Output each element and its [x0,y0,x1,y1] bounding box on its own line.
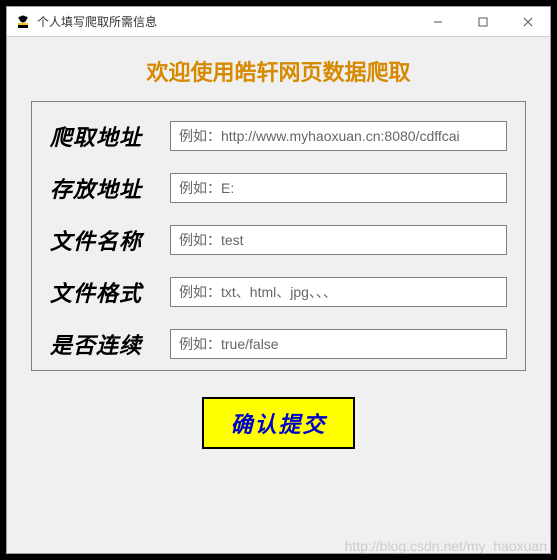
form-panel: 爬取地址 存放地址 文件名称 文件格式 是否连续 [31,101,526,371]
label-file-name: 文件名称 [50,224,158,256]
app-window: 个人填写爬取所需信息 欢迎使用皓轩网页数据爬取 爬取地址 存放地址 [6,6,551,554]
submit-button[interactable]: 确认提交 [202,397,354,449]
input-file-format[interactable] [170,277,507,307]
page-title: 欢迎使用皓轩网页数据爬取 [11,55,546,87]
input-file-name[interactable] [170,225,507,255]
content-area: 欢迎使用皓轩网页数据爬取 爬取地址 存放地址 文件名称 文件格式 是否连续 [7,37,550,553]
close-button[interactable] [505,7,550,36]
maximize-button[interactable] [460,7,505,36]
row-file-format: 文件格式 [50,276,507,308]
app-icon [15,14,31,30]
minimize-button[interactable] [415,7,460,36]
label-file-format: 文件格式 [50,276,158,308]
row-crawl-url: 爬取地址 [50,120,507,152]
window-controls [415,7,550,36]
input-crawl-url[interactable] [170,121,507,151]
input-save-path[interactable] [170,173,507,203]
row-continuous: 是否连续 [50,328,507,360]
label-continuous: 是否连续 [50,328,158,360]
titlebar: 个人填写爬取所需信息 [7,7,550,37]
row-save-path: 存放地址 [50,172,507,204]
submit-area: 确认提交 [11,397,546,449]
row-file-name: 文件名称 [50,224,507,256]
input-continuous[interactable] [170,329,507,359]
label-crawl-url: 爬取地址 [50,120,158,152]
label-save-path: 存放地址 [50,172,158,204]
window-title: 个人填写爬取所需信息 [37,13,415,30]
